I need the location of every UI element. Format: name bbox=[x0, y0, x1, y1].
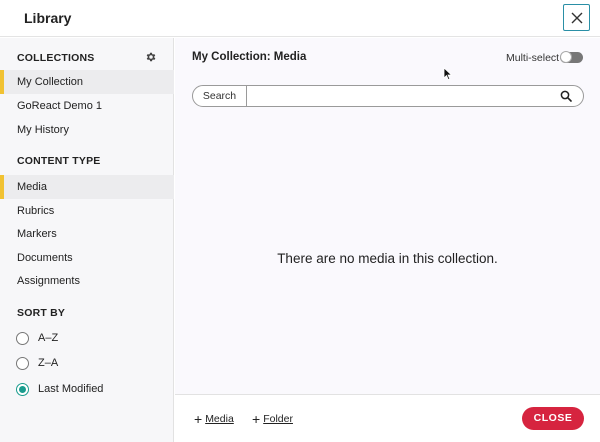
add-media-link[interactable]: + Media bbox=[194, 411, 234, 427]
plus-icon: + bbox=[252, 411, 261, 427]
sidebar-item-media[interactable]: Media bbox=[0, 175, 174, 199]
modal-footer: + Media + Folder CLOSE bbox=[175, 394, 600, 442]
content-type-heading: CONTENT TYPE bbox=[17, 155, 101, 167]
radio-button-checked[interactable] bbox=[16, 382, 29, 396]
sidebar-item-assignments[interactable]: Assignments bbox=[0, 269, 174, 293]
sort-option-a-z[interactable]: A–Z bbox=[16, 330, 58, 346]
sort-option-z-a[interactable]: Z–A bbox=[16, 355, 58, 371]
sidebar: COLLECTIONS My Collection GoReact Demo 1… bbox=[0, 38, 174, 442]
sidebar-item-my-history[interactable]: My History bbox=[0, 118, 174, 142]
close-modal-button[interactable] bbox=[563, 4, 590, 31]
sidebar-item-goreact-demo-1[interactable]: GoReact Demo 1 bbox=[0, 94, 174, 118]
sidebar-item-markers[interactable]: Markers bbox=[0, 222, 174, 246]
main-panel: My Collection: Media Multi-select Search… bbox=[175, 38, 600, 442]
gear-icon[interactable] bbox=[145, 51, 157, 63]
library-modal: Library COLLECTIONS My Collection GoReac… bbox=[0, 0, 600, 442]
sort-by-heading: SORT BY bbox=[17, 307, 66, 319]
sort-option-last-modified[interactable]: Last Modified bbox=[16, 381, 103, 397]
search-bar: Search bbox=[192, 85, 584, 107]
radio-button[interactable] bbox=[16, 331, 29, 345]
close-icon bbox=[571, 12, 582, 23]
sidebar-item-my-collection[interactable]: My Collection bbox=[0, 70, 174, 94]
collections-heading: COLLECTIONS bbox=[17, 52, 95, 64]
search-label: Search bbox=[193, 86, 247, 106]
search-icon[interactable] bbox=[560, 90, 572, 102]
radio-button[interactable] bbox=[16, 356, 29, 370]
cursor-icon bbox=[443, 67, 453, 81]
plus-icon: + bbox=[194, 411, 203, 427]
toggle-knob bbox=[560, 51, 572, 63]
sidebar-item-documents[interactable]: Documents bbox=[0, 246, 174, 270]
sidebar-item-rubrics[interactable]: Rubrics bbox=[0, 199, 174, 223]
add-folder-link[interactable]: + Folder bbox=[252, 411, 293, 427]
empty-state-message: There are no media in this collection. bbox=[277, 251, 498, 266]
modal-title: Library bbox=[24, 10, 72, 26]
collection-title: My Collection: Media bbox=[192, 51, 307, 63]
close-button[interactable]: CLOSE bbox=[522, 407, 584, 430]
multi-select-toggle[interactable] bbox=[560, 51, 583, 63]
multi-select-label: Multi-select bbox=[506, 52, 560, 64]
modal-header: Library bbox=[0, 0, 600, 37]
search-input[interactable] bbox=[249, 87, 549, 105]
